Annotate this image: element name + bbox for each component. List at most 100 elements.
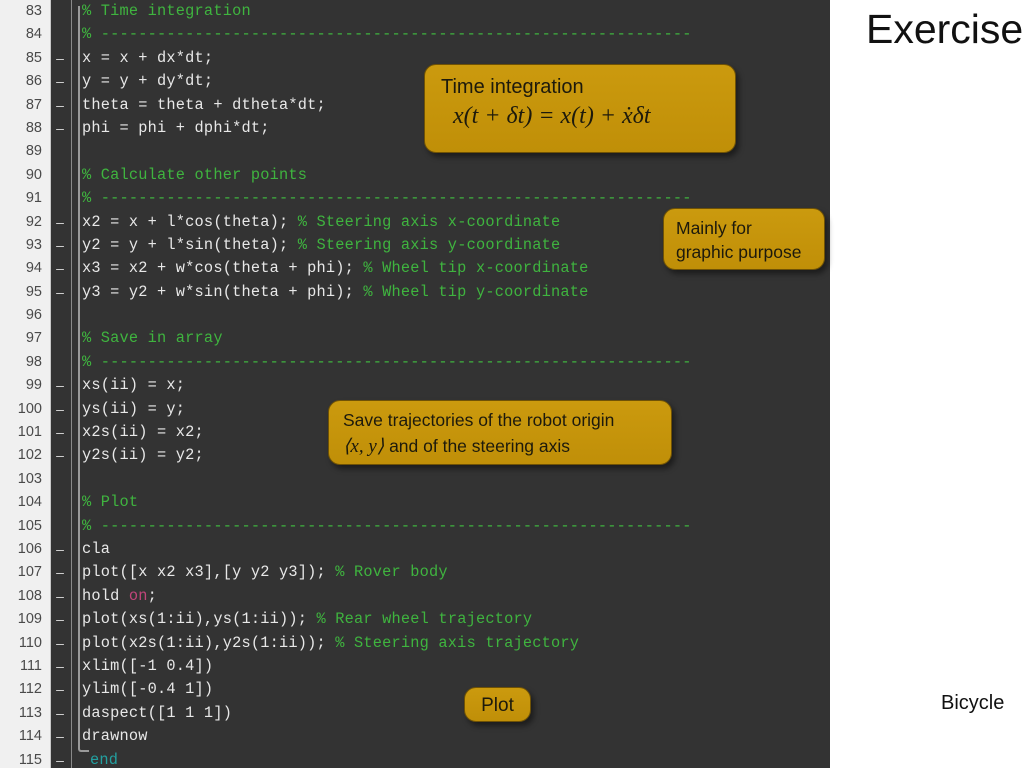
code-text[interactable]: phi = phi + dphi*dt;	[82, 117, 270, 140]
code-line[interactable]: 96	[0, 304, 830, 327]
code-text[interactable]: % --------------------------------------…	[82, 23, 692, 46]
fold-marker[interactable]: –	[54, 608, 66, 631]
code-line[interactable]: 114– drawnow	[0, 725, 830, 748]
fold-marker[interactable]: –	[54, 678, 66, 701]
fold-marker[interactable]: –	[54, 725, 66, 748]
code-token: ys(ii) = y;	[82, 399, 186, 418]
code-comment: % --------------------------------------…	[82, 352, 692, 371]
code-text[interactable]: plot(xs(1:ii),ys(1:ii)); % Rear wheel tr…	[82, 608, 532, 631]
code-comment: % --------------------------------------…	[82, 25, 692, 44]
fold-marker[interactable]: –	[54, 538, 66, 561]
code-line[interactable]: 97 % Save in array	[0, 327, 830, 350]
fold-marker[interactable]: –	[54, 421, 66, 444]
code-token: plot(xs(1:ii),ys(1:ii));	[82, 610, 317, 629]
code-token: xlim([-1 0.4])	[82, 656, 214, 675]
code-line[interactable]: 99– xs(ii) = x;	[0, 374, 830, 397]
code-text[interactable]: % Time integration	[82, 0, 251, 23]
code-line[interactable]: 90 % Calculate other points	[0, 164, 830, 187]
fold-marker[interactable]: –	[54, 70, 66, 93]
fold-marker[interactable]: –	[54, 257, 66, 280]
fold-marker[interactable]: –	[54, 117, 66, 140]
code-token: phi = phi + dphi*dt;	[82, 118, 270, 137]
code-line[interactable]: 103	[0, 468, 830, 491]
fold-marker[interactable]: –	[54, 281, 66, 304]
code-line[interactable]: 83 % Time integration	[0, 0, 830, 23]
code-text[interactable]: ylim([-0.4 1])	[82, 678, 213, 701]
code-text[interactable]: x2s(ii) = x2;	[82, 421, 204, 444]
code-text[interactable]: % Plot	[82, 491, 138, 514]
code-line[interactable]: 110– plot(x2s(1:ii),y2s(1:ii)); % Steerin…	[0, 632, 830, 655]
code-token: x2s(ii) = x2;	[82, 423, 204, 442]
fold-marker[interactable]: –	[54, 561, 66, 584]
code-token: x = x + dx*dt;	[82, 48, 214, 67]
code-line[interactable]: 109– plot(xs(1:ii),ys(1:ii)); % Rear whee…	[0, 608, 830, 631]
fold-marker[interactable]: –	[54, 234, 66, 257]
code-text[interactable]: y2 = y + l*sin(theta); % Steering axis y…	[82, 234, 560, 257]
code-line[interactable]: 112– ylim([-0.4 1])	[0, 678, 830, 701]
code-line[interactable]: 105 % -----------------------------------…	[0, 515, 830, 538]
code-text[interactable]: y2s(ii) = y2;	[82, 444, 204, 467]
fold-marker[interactable]: –	[54, 398, 66, 421]
code-text[interactable]: y = y + dy*dt;	[82, 70, 213, 93]
callout-save-trajectories: Save trajectories of the robot origin ⟨x…	[328, 400, 672, 465]
fold-marker[interactable]: –	[54, 47, 66, 70]
code-text[interactable]: x = x + dx*dt;	[82, 47, 213, 70]
fold-marker[interactable]: –	[54, 94, 66, 117]
line-number: 114	[18, 728, 42, 745]
code-text[interactable]: x2 = x + l*cos(theta); % Steering axis x…	[82, 211, 560, 234]
code-comment: % Plot	[82, 493, 139, 512]
fold-marker[interactable]: –	[54, 211, 66, 234]
code-text[interactable]: end	[90, 749, 118, 768]
fold-marker[interactable]: –	[54, 749, 66, 768]
code-text[interactable]: daspect([1 1 1])	[82, 702, 232, 725]
line-number: 95	[25, 283, 42, 300]
code-token: x3 = x2 + w*cos(theta + phi);	[82, 259, 364, 278]
fold-marker[interactable]: –	[54, 444, 66, 467]
code-line[interactable]: 91 % ------------------------------------…	[0, 187, 830, 210]
code-comment: % Rear wheel trajectory	[316, 610, 533, 629]
code-text[interactable]: xlim([-1 0.4])	[82, 655, 213, 678]
code-line[interactable]: 107– plot([x x2 x3],[y y2 y3]); % Rover b…	[0, 561, 830, 584]
line-number: 91	[25, 190, 42, 207]
code-text[interactable]: cla	[82, 538, 110, 561]
code-line[interactable]: 108– hold on;	[0, 585, 830, 608]
fold-marker[interactable]: –	[54, 374, 66, 397]
line-number: 104	[17, 494, 42, 511]
line-number: 97	[25, 330, 42, 347]
code-token: plot(x2s(1:ii),y2s(1:ii));	[82, 633, 336, 652]
code-token: y3 = y2 + w*sin(theta + phi);	[82, 282, 364, 301]
code-line[interactable]: 95– y3 = y2 + w*sin(theta + phi); % Wheel…	[0, 281, 830, 304]
code-line[interactable]: 111– xlim([-1 0.4])	[0, 655, 830, 678]
code-line[interactable]: 115– end	[0, 749, 830, 768]
code-text[interactable]: theta = theta + dtheta*dt;	[82, 94, 326, 117]
code-line[interactable]: 106– cla	[0, 538, 830, 561]
code-text[interactable]: xs(ii) = x;	[82, 374, 185, 397]
code-text[interactable]: % --------------------------------------…	[82, 515, 692, 538]
code-text[interactable]: y3 = y2 + w*sin(theta + phi); % Wheel ti…	[82, 281, 589, 304]
code-line[interactable]: 104 % Plot	[0, 491, 830, 514]
code-text[interactable]: hold on;	[82, 585, 157, 608]
code-text[interactable]: % Calculate other points	[82, 164, 307, 187]
code-line[interactable]: 113– daspect([1 1 1])	[0, 702, 830, 725]
code-text[interactable]: x3 = x2 + w*cos(theta + phi); % Wheel ti…	[82, 257, 589, 280]
code-line[interactable]: 98 % ------------------------------------…	[0, 351, 830, 374]
code-text[interactable]: ys(ii) = y;	[82, 398, 185, 421]
callout-time-integration-label: Time integration	[441, 76, 584, 98]
slide-canvas: 83 % Time integration 84 % ----------------…	[0, 0, 1024, 768]
line-number: 102	[17, 447, 42, 464]
code-text[interactable]: plot(x2s(1:ii),y2s(1:ii)); % Steering ax…	[82, 632, 579, 655]
fold-marker[interactable]: –	[54, 585, 66, 608]
fold-marker[interactable]: –	[54, 655, 66, 678]
code-text[interactable]: % --------------------------------------…	[82, 351, 692, 374]
code-text[interactable]: % --------------------------------------…	[82, 187, 692, 210]
line-number: 94	[25, 260, 42, 277]
code-text[interactable]: % Save in array	[82, 327, 223, 350]
code-line[interactable]: 84 % ------------------------------------…	[0, 23, 830, 46]
fold-marker[interactable]: –	[54, 702, 66, 725]
line-number: 113	[18, 704, 42, 721]
fold-marker[interactable]: –	[54, 632, 66, 655]
code-text[interactable]: plot([x x2 x3],[y y2 y3]); % Rover body	[82, 561, 448, 584]
code-text[interactable]: drawnow	[82, 725, 148, 748]
line-number: 100	[17, 400, 42, 417]
code-token: hold	[82, 586, 129, 605]
